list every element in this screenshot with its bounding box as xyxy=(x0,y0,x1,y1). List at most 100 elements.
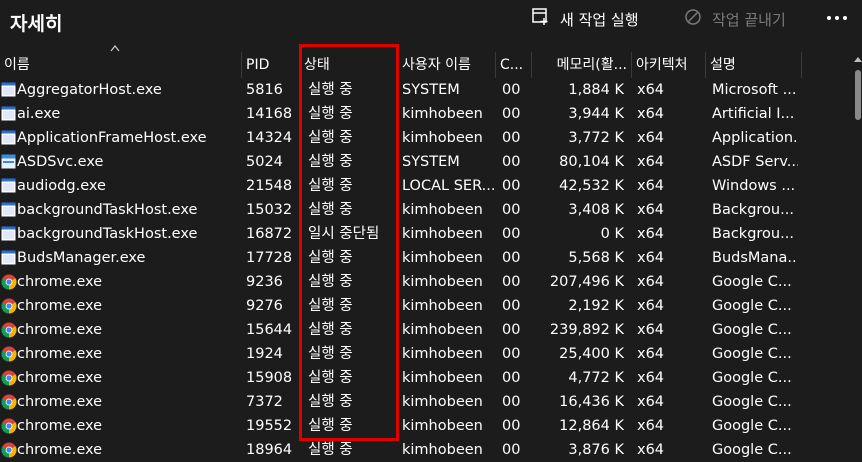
chrome-icon xyxy=(1,274,17,290)
cell-arch: x64 xyxy=(637,106,665,122)
table-row[interactable]: chrome.exe 18964 실행 중 kimhobeen 00 3,876 K x64… xyxy=(0,438,850,462)
cell-arch: x64 xyxy=(637,394,665,410)
cell-memory: 3,772 K xyxy=(568,130,624,146)
cell-cpu: 00 xyxy=(502,154,521,170)
cell-user: kimhobeen xyxy=(402,226,483,242)
cell-memory: 5,568 K xyxy=(568,250,624,266)
cell-memory: 80,104 K xyxy=(559,154,624,170)
cell-cpu: 00 xyxy=(502,250,521,266)
cell-cpu: 00 xyxy=(502,370,521,386)
cell-user: kimhobeen xyxy=(402,250,483,266)
cell-name: chrome.exe xyxy=(17,298,103,314)
cell-cpu: 00 xyxy=(502,298,521,314)
cell-name: ai.exe xyxy=(17,106,61,122)
cell-memory: 4,772 K xyxy=(568,370,624,386)
table-row[interactable]: ai.exe 14168 실행 중 kimhobeen 00 3,944 Kx64 Arti… xyxy=(0,102,850,126)
table-row[interactable]: chrome.exe 7372 실행 중 kimhobeen 00 16,436 Kx64… xyxy=(0,390,850,414)
cell-memory: 1,884 K xyxy=(568,82,624,98)
column-header-name[interactable]: 이름 xyxy=(0,52,242,78)
table-row[interactable]: backgroundTaskHost.exe 15032 실행 중 kimhobeen… xyxy=(0,198,850,222)
cell-pid: 5816 xyxy=(246,82,283,98)
cell-name: chrome.exe xyxy=(17,418,103,434)
cell-arch: x64 xyxy=(637,130,665,146)
cell-arch: x64 xyxy=(637,274,665,290)
cell-memory: 16,436 K xyxy=(559,394,624,410)
cell-pid: 21548 xyxy=(246,178,293,194)
table-row[interactable]: BudsManager.exe 17728 실행 중 kimhobeen 00 5,568… xyxy=(0,246,850,270)
app-window-icon xyxy=(1,202,16,217)
cell-pid: 15644 xyxy=(246,322,293,338)
table-row[interactable]: chrome.exe 19552 실행 중 kimhobeen 00 12,864 Kx6… xyxy=(0,414,850,438)
column-header-cpu[interactable]: C... xyxy=(496,52,532,78)
column-header-arch[interactable]: 아키텍처 xyxy=(632,52,706,78)
end-task-button[interactable]: 작업 끝내기 xyxy=(684,6,786,32)
cell-pid: 1924 xyxy=(246,346,283,362)
cell-arch: x64 xyxy=(637,226,665,242)
cell-user: kimhobeen xyxy=(402,106,483,122)
cell-desc: Backgrou... xyxy=(712,202,794,218)
cell-user: kimhobeen xyxy=(402,202,483,218)
cell-desc: Google C... xyxy=(712,418,792,434)
app-window-icon xyxy=(1,226,16,241)
app-window-icon xyxy=(1,106,16,121)
table-row[interactable]: ApplicationFrameHost.exe 14324 실행 중 kimhobe… xyxy=(0,126,850,150)
cell-cpu: 00 xyxy=(502,130,521,146)
cell-memory: 3,944 K xyxy=(568,106,624,122)
table-row[interactable]: AggregatorHost.exe 5816 실행 중 SYSTEM 00 1,884 … xyxy=(0,78,850,102)
cell-name: AggregatorHost.exe xyxy=(17,82,162,98)
cell-name: chrome.exe xyxy=(17,346,103,362)
cell-desc: Google C... xyxy=(712,442,792,458)
cell-user: kimhobeen xyxy=(402,442,483,458)
column-header-desc[interactable]: 설명 xyxy=(706,52,802,78)
column-header-memory[interactable]: 메모리(활... xyxy=(532,52,632,78)
cell-memory: 25,400 K xyxy=(559,346,624,362)
cell-memory: 207,496 K xyxy=(549,274,624,290)
cell-user: SYSTEM xyxy=(402,82,460,98)
cell-user: kimhobeen xyxy=(402,298,483,314)
table-row[interactable]: chrome.exe 9236 실행 중 kimhobeen 00 207,496 Kx6… xyxy=(0,270,850,294)
status-column-highlight xyxy=(299,44,399,441)
scrollbar-thumb[interactable] xyxy=(855,70,861,120)
chrome-icon xyxy=(1,322,17,338)
cell-pid: 19552 xyxy=(246,418,293,434)
chrome-icon xyxy=(1,298,17,314)
table-header: 이름 PID 상태 사용자 이름 C... 메모리(활... 아키텍처 설명 xyxy=(0,45,850,78)
cell-cpu: 00 xyxy=(502,442,521,458)
run-new-task-button[interactable]: 새 작업 실행 xyxy=(532,6,639,32)
cell-desc: Application... xyxy=(712,130,798,146)
table-row[interactable]: ASDSvc.exe 5024 실행 중 SYSTEM 00 80,104 Kx64 ASD… xyxy=(0,150,850,174)
column-header-user[interactable]: 사용자 이름 xyxy=(398,52,496,78)
cell-cpu: 00 xyxy=(502,274,521,290)
cell-memory: 0 K xyxy=(600,226,624,242)
cell-user: SYSTEM xyxy=(402,154,460,170)
cell-pid: 18964 xyxy=(246,442,293,458)
cell-user: kimhobeen xyxy=(402,130,483,146)
app-window-icon xyxy=(1,250,16,265)
cell-arch: x64 xyxy=(637,202,665,218)
cell-desc: Artificial I... xyxy=(712,106,795,122)
cell-pid: 17728 xyxy=(246,250,293,266)
cell-arch: x64 xyxy=(637,442,665,458)
table-row[interactable]: audiodg.exe 21548 실행 중 LOCAL SER... 00 42,532… xyxy=(0,174,850,198)
table-row[interactable]: chrome.exe 9276 실행 중 kimhobeen 00 2,192 Kx64 G… xyxy=(0,294,850,318)
run-new-task-label: 새 작업 실행 xyxy=(560,10,639,29)
table-row[interactable]: chrome.exe 15644 실행 중 kimhobeen 00 239,892 Kx… xyxy=(0,318,850,342)
cell-pid: 14324 xyxy=(246,130,293,146)
cell-pid: 15032 xyxy=(246,202,293,218)
cell-arch: x64 xyxy=(637,154,665,170)
cell-desc: ASDF Serv... xyxy=(712,154,798,170)
table-row[interactable]: chrome.exe 15908 실행 중 kimhobeen 00 4,772 Kx64… xyxy=(0,366,850,390)
table-row[interactable]: chrome.exe 1924 실행 중 kimhobeen 00 25,400 Kx64… xyxy=(0,342,850,366)
app-window-icon xyxy=(1,130,16,145)
cell-memory: 42,532 K xyxy=(559,178,624,194)
scroll-up-icon[interactable] xyxy=(854,57,862,62)
cell-memory: 239,892 K xyxy=(549,322,624,338)
table-row[interactable]: backgroundTaskHost.exe 16872 일시 중단됨 kimhobe… xyxy=(0,222,850,246)
column-header-pid[interactable]: PID xyxy=(242,52,300,78)
page-title: 자세히 xyxy=(10,13,63,35)
cell-arch: x64 xyxy=(637,370,665,386)
cell-name: chrome.exe xyxy=(17,322,103,338)
more-options-icon[interactable] xyxy=(826,8,848,28)
cell-cpu: 00 xyxy=(502,226,521,242)
cell-desc: Google C... xyxy=(712,298,792,314)
